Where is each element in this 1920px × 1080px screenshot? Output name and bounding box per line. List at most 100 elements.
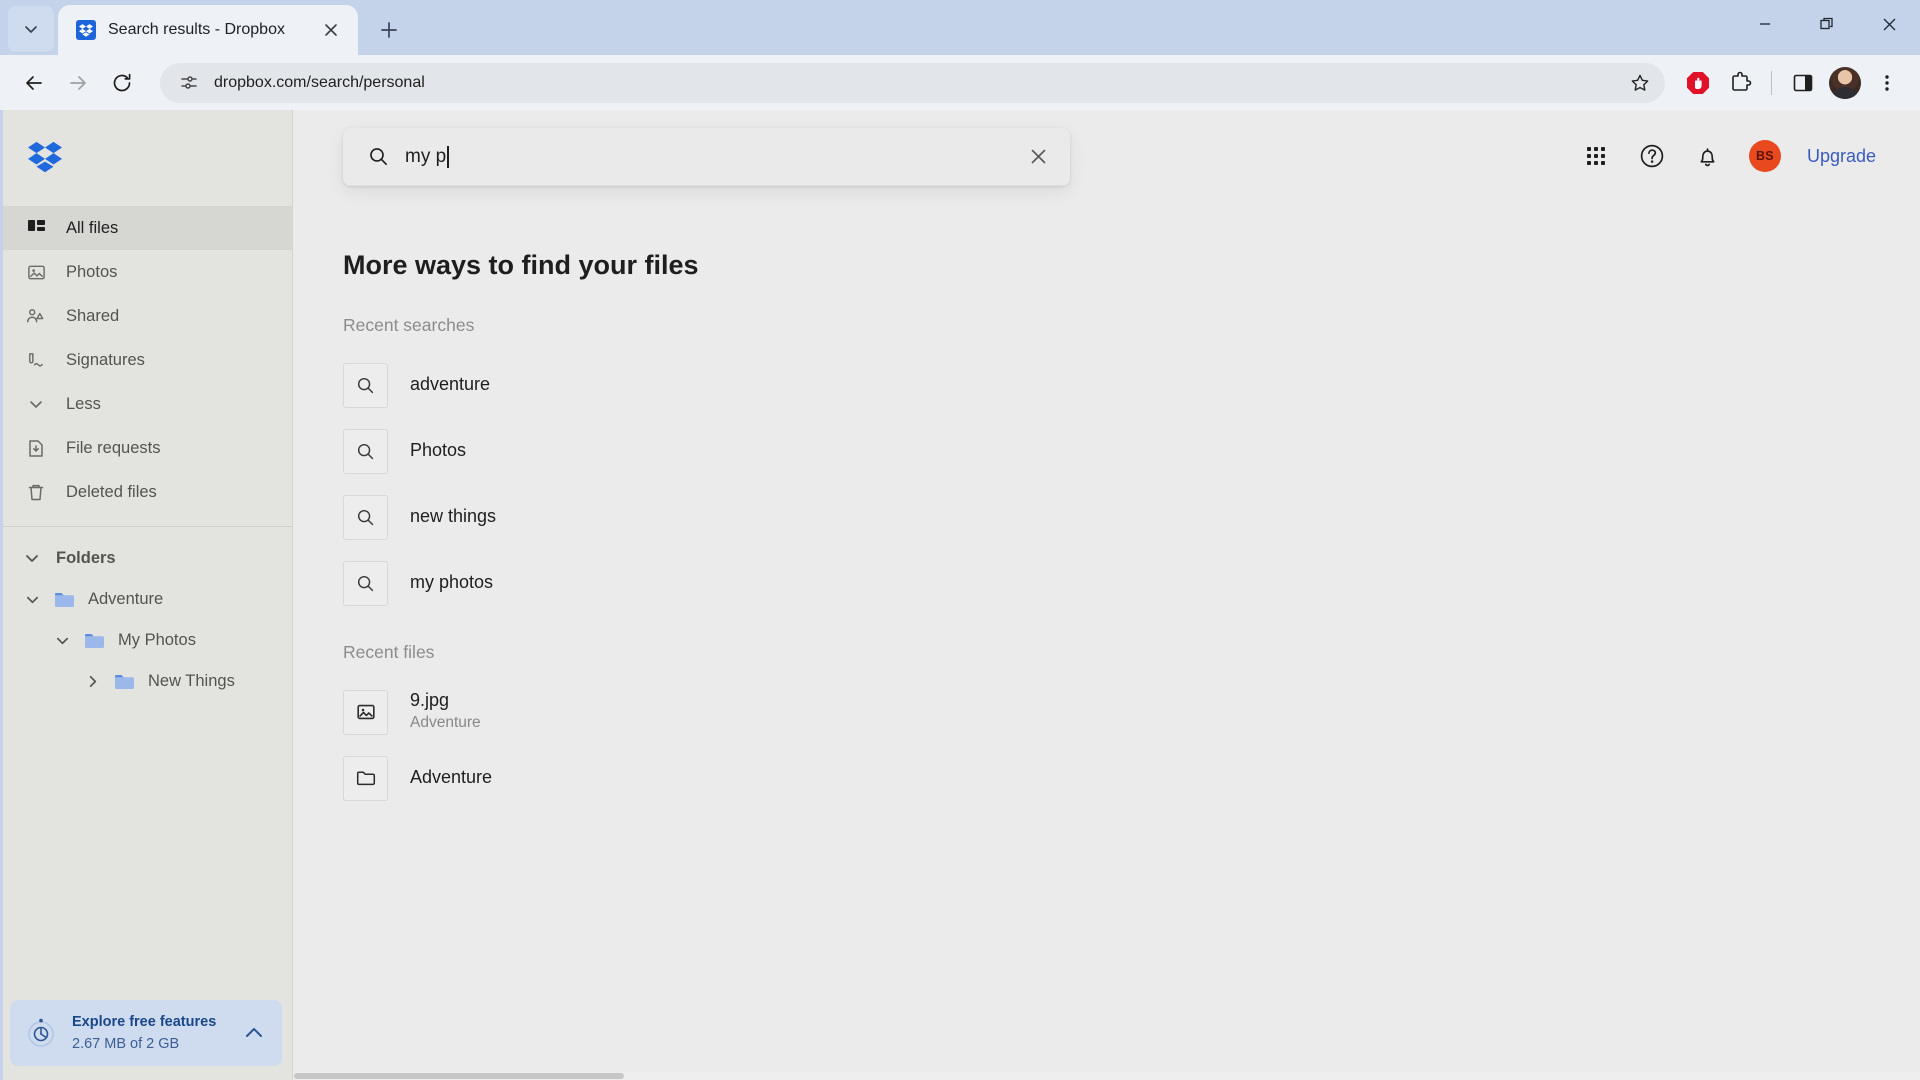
main-content: my p BS Upgrade More ways to find your f… (293, 110, 1920, 1080)
chevron-down-icon[interactable] (52, 633, 72, 648)
sidebar-label: All files (66, 218, 119, 237)
maximize-button[interactable] (1796, 0, 1858, 48)
user-avatar[interactable]: BS (1748, 140, 1781, 172)
folder-icon (54, 591, 76, 609)
arrow-right-icon (70, 75, 86, 90)
search-panel: my p (343, 128, 1070, 186)
tree-item-my-photos[interactable]: My Photos (0, 620, 292, 661)
address-bar[interactable]: dropbox.com/search/personal (160, 62, 1665, 103)
help-circle-icon[interactable] (1637, 141, 1667, 171)
forward-button[interactable] (58, 63, 98, 103)
tree-item-new-things[interactable]: New Things (0, 661, 292, 702)
arrow-left-icon (26, 75, 42, 90)
storage-title: Explore free features (72, 1014, 217, 1031)
signatures-icon (26, 350, 46, 370)
sidebar-item-photos[interactable]: Photos (0, 250, 292, 294)
chevron-up-icon[interactable] (242, 1022, 266, 1044)
tree-label: Adventure (88, 590, 164, 608)
reload-button[interactable] (102, 63, 142, 103)
search-value: my p (405, 145, 447, 167)
bell-icon[interactable] (1693, 141, 1723, 171)
extensions-icon[interactable] (1721, 64, 1759, 102)
site-settings-icon[interactable] (178, 72, 200, 94)
section-label-recent-searches: Recent searches (343, 315, 475, 335)
horizontal-scrollbar[interactable] (294, 1072, 1920, 1080)
list-item[interactable]: adventure (343, 352, 1920, 418)
storage-upgrade-card[interactable]: Explore free features 2.67 MB of 2 GB (10, 1000, 282, 1066)
section-label-recent-files: Recent files (343, 642, 435, 662)
browser-window: Search results - Dropbox dropbox.com/sea… (0, 0, 1920, 1080)
list-item[interactable]: my photos (343, 550, 1920, 616)
grid-apps-icon[interactable] (1581, 141, 1611, 171)
adblock-icon[interactable] (1679, 64, 1717, 102)
tab-search-button[interactable] (8, 6, 54, 52)
sidebar-item-all-files[interactable]: All files (0, 206, 292, 250)
close-icon (1883, 18, 1895, 30)
sidebar-label: Signatures (66, 350, 145, 369)
side-panel-icon[interactable] (1784, 64, 1822, 102)
tree-item-adventure[interactable]: Adventure (0, 579, 292, 620)
photos-icon (26, 262, 46, 282)
search-icon (343, 560, 388, 606)
search-input[interactable]: my p (405, 145, 1004, 168)
list-item-text: my photos (410, 571, 493, 594)
header-actions: BS Upgrade (1581, 140, 1876, 172)
tab-close-button[interactable] (318, 17, 344, 43)
sidebar-item-signatures[interactable]: Signatures (0, 338, 292, 382)
list-item[interactable]: new things (343, 484, 1920, 550)
chevron-down-icon[interactable] (22, 592, 42, 607)
minimize-button[interactable] (1734, 0, 1796, 48)
chrome-menu-icon[interactable] (1868, 64, 1906, 102)
chevron-down-icon (22, 550, 42, 566)
list-item[interactable]: Photos (343, 418, 1920, 484)
search-icon (343, 428, 388, 474)
tab-strip: Search results - Dropbox (0, 0, 1920, 55)
sidebar-nav: All files Photos Shared Signatures Less … (0, 202, 292, 514)
file-requests-icon (26, 438, 46, 458)
browser-tab[interactable]: Search results - Dropbox (58, 5, 358, 55)
search-icon (343, 362, 388, 408)
list-item-title: Adventure (410, 767, 493, 788)
sidebar-label: Photos (66, 262, 118, 281)
folders-section-header[interactable]: Folders (0, 537, 292, 579)
bookmark-star-icon[interactable] (1623, 66, 1657, 100)
page-body: All files Photos Shared Signatures Less … (0, 110, 1920, 1080)
clear-search-button[interactable] (1020, 139, 1056, 175)
sidebar-item-file-requests[interactable]: File requests (0, 426, 292, 470)
text-cursor (447, 145, 449, 168)
minimize-icon (1760, 23, 1770, 25)
chevron-right-icon[interactable] (82, 674, 102, 689)
search-icon (343, 494, 388, 540)
sidebar-label: Deleted files (66, 482, 157, 501)
list-item-text: Adventure (410, 766, 492, 789)
sidebar-item-less[interactable]: Less (0, 382, 292, 426)
dropbox-logo[interactable] (0, 110, 292, 202)
trash-icon (26, 482, 46, 502)
browser-toolbar: dropbox.com/search/personal (0, 55, 1920, 110)
search-bar[interactable]: my p (343, 128, 1070, 186)
sidebar-divider (0, 526, 292, 527)
list-item-title: new things (410, 506, 497, 527)
restore-icon (1820, 17, 1833, 30)
sidebar-item-shared[interactable]: Shared (0, 294, 292, 338)
profile-avatar[interactable] (1826, 64, 1864, 102)
profile-photo (1829, 66, 1861, 99)
image-file-icon (343, 689, 388, 735)
list-item[interactable]: Adventure (343, 745, 1920, 811)
list-item-text: adventure (410, 373, 490, 396)
folder-icon (114, 673, 136, 691)
new-tab-button[interactable] (370, 11, 408, 49)
chevron-down-icon (25, 26, 37, 33)
close-window-button[interactable] (1858, 0, 1920, 48)
list-item[interactable]: 9.jpg Adventure (343, 679, 1920, 745)
page-title: More ways to find your files (343, 250, 699, 280)
list-item-text: Photos (410, 439, 466, 462)
search-container: my p (343, 128, 1070, 186)
back-button[interactable] (14, 63, 54, 103)
sidebar-item-deleted-files[interactable]: Deleted files (0, 470, 292, 514)
scrollbar-thumb[interactable] (294, 1073, 624, 1079)
storage-clock-icon (26, 1018, 56, 1048)
folders-label: Folders (56, 548, 116, 567)
upgrade-link[interactable]: Upgrade (1807, 146, 1876, 167)
